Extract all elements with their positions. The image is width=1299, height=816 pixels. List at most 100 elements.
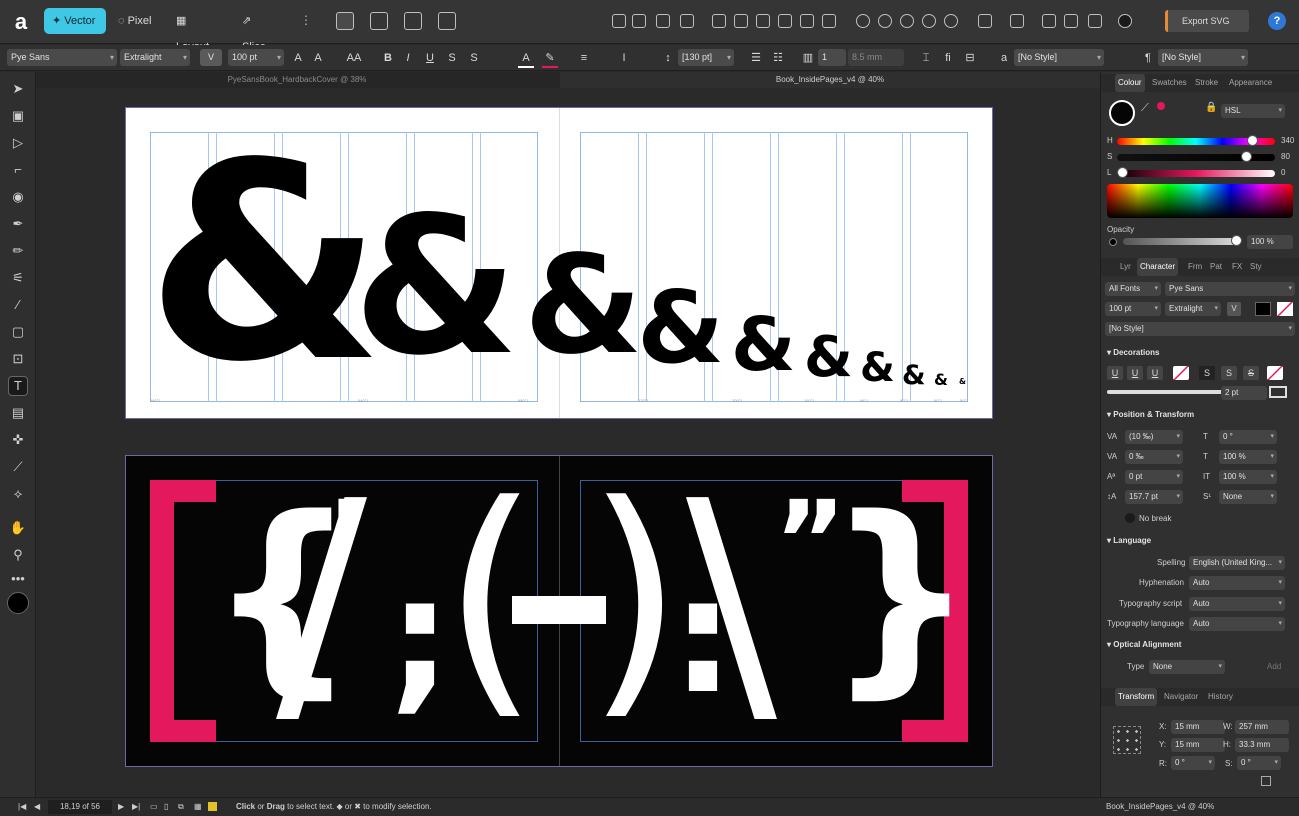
boolean-add-icon[interactable]: [856, 14, 870, 28]
typography-script-select[interactable]: Auto ▾: [1189, 597, 1285, 611]
pen-tool-icon[interactable]: ✒: [9, 215, 27, 233]
artboard-tool-icon[interactable]: ▣: [9, 107, 27, 125]
backslash-glyph[interactable]: \: [686, 466, 777, 736]
tab-frame[interactable]: Frm: [1185, 258, 1205, 276]
spread-view-icon[interactable]: ▯: [164, 798, 168, 816]
align-middle-icon[interactable]: [800, 14, 814, 28]
rotation-field[interactable]: 0 ° ▾: [1171, 756, 1215, 770]
hyphenation-select[interactable]: Auto ▾: [1189, 576, 1285, 590]
snapping-icon[interactable]: [370, 12, 388, 30]
char-style-icon[interactable]: a: [996, 50, 1012, 66]
last-page-icon[interactable]: ▶|: [132, 798, 140, 816]
ungroup-icon[interactable]: [1064, 14, 1078, 28]
subscript-icon[interactable]: S: [466, 50, 482, 66]
spread-ampersands[interactable]: & & & & & & & & & & 960°1 540°1 980°1 27…: [125, 107, 993, 419]
close-paren-glyph[interactable]: ): [586, 472, 684, 722]
ampersand-glyph[interactable]: &: [146, 128, 383, 400]
pencil-tool-icon[interactable]: ✏: [9, 242, 27, 260]
tab-history[interactable]: History: [1205, 688, 1236, 706]
ampersand-glyph[interactable]: &: [902, 362, 926, 389]
align-center-icon[interactable]: [734, 14, 748, 28]
node-tool-icon[interactable]: ▷: [9, 134, 27, 152]
underline-style-button[interactable]: U: [1147, 366, 1163, 380]
font-style-select[interactable]: Extralight ▾: [120, 49, 190, 66]
first-page-icon[interactable]: |◀: [18, 798, 26, 816]
lightness-value[interactable]: 0: [1281, 168, 1285, 177]
rectangle-tool-icon[interactable]: ▢: [9, 323, 27, 341]
shear2-field[interactable]: 0 ° ▾: [1237, 756, 1281, 770]
tab-navigator[interactable]: Navigator: [1161, 688, 1201, 706]
font-family-select[interactable]: Pye Sans ▾: [7, 49, 117, 66]
hand-tool-icon[interactable]: [1118, 14, 1132, 28]
glyph-browser-icon[interactable]: ⊟: [962, 50, 978, 66]
paragraph-style-icon[interactable]: ¶: [1140, 50, 1156, 66]
distribute-icon[interactable]: [1010, 14, 1024, 28]
language-header[interactable]: ▾ Language: [1107, 536, 1151, 545]
paragraph-align-icon[interactable]: ≡: [576, 50, 592, 66]
strike-style-button[interactable]: S: [1221, 366, 1237, 380]
strikethrough-button[interactable]: S: [444, 50, 460, 66]
transform-options-icon[interactable]: [1261, 776, 1271, 786]
tab-inside-pages[interactable]: Book_InsidePages_v4 @ 40%: [560, 72, 1100, 88]
page-indicator[interactable]: 18,19 of 56: [48, 800, 112, 814]
underline-button[interactable]: U: [422, 50, 438, 66]
add-button[interactable]: Add: [1267, 662, 1281, 671]
ampersand-glyph[interactable]: &: [353, 192, 519, 382]
back-icon[interactable]: [632, 14, 646, 28]
leading-field[interactable]: [130 pt] ▾: [678, 49, 734, 66]
help-icon[interactable]: ?: [1268, 12, 1286, 30]
tab-fx[interactable]: FX: [1229, 258, 1245, 276]
align-left-icon[interactable]: [712, 14, 726, 28]
stroke-width-field[interactable]: 2 pt: [1221, 386, 1267, 400]
hue-value[interactable]: 340: [1281, 136, 1294, 145]
paragraph-style-select[interactable]: [No Style] ▾: [1158, 49, 1248, 66]
ligature-icon[interactable]: ﬁ: [940, 50, 956, 66]
tab-hardback-cover[interactable]: PyeSansBook_HardbackCover @ 38%: [36, 72, 558, 88]
zoom-tool-icon[interactable]: ⚲: [9, 546, 27, 564]
canvas[interactable]: & & & & & & & & & & 960°1 540°1 980°1 27…: [36, 88, 1100, 797]
group-icon[interactable]: [1042, 14, 1056, 28]
gutter-field[interactable]: 8.5 mm: [848, 49, 904, 66]
kerning-field[interactable]: 0 ‰ ▾: [1125, 450, 1183, 464]
ampersand-glyph[interactable]: &: [934, 372, 948, 388]
text-color-icon[interactable]: A: [518, 50, 534, 68]
ampersand-glyph[interactable]: &: [860, 348, 895, 388]
align-right-icon[interactable]: [756, 14, 770, 28]
kerning-toggle-icon[interactable]: V: [1227, 302, 1241, 316]
decorations-header[interactable]: ▾ Decorations: [1107, 348, 1159, 357]
fill-swatch-icon[interactable]: [1109, 100, 1135, 126]
font-size-field[interactable]: 100 pt ▾: [228, 49, 284, 66]
italic-button[interactable]: I: [400, 50, 416, 66]
spread-punctuation[interactable]: { ' / ; ( ) : \ ” }: [125, 455, 993, 767]
leading-size-field[interactable]: 157.7 pt ▾: [1125, 490, 1183, 504]
mask-icon[interactable]: [1088, 14, 1102, 28]
more-tools-icon[interactable]: •••: [9, 570, 27, 588]
columns-field[interactable]: 1: [818, 49, 846, 66]
h-field[interactable]: 33.3 mm: [1235, 738, 1289, 752]
text-wrap-icon[interactable]: ⌶: [918, 50, 934, 66]
align-bottom-icon[interactable]: [822, 14, 836, 28]
opacity-field[interactable]: 100 %: [1247, 235, 1293, 249]
text-fill-swatch[interactable]: [1255, 302, 1271, 316]
bullets-icon[interactable]: ☰: [748, 50, 764, 66]
next-page-icon[interactable]: ▶: [118, 798, 124, 816]
hscale-field[interactable]: 100 % ▾: [1219, 450, 1277, 464]
columns-icon[interactable]: ▥: [800, 50, 816, 66]
position-transform-header[interactable]: ▾ Position & Transform: [1107, 410, 1194, 419]
text-frame-icon[interactable]: I: [616, 50, 632, 66]
move-tool-icon[interactable]: ➤: [9, 80, 27, 98]
tab-transform[interactable]: Transform: [1115, 688, 1158, 706]
script-select[interactable]: None ▾: [1219, 490, 1277, 504]
affinity-logo[interactable]: a: [8, 9, 34, 35]
y-field[interactable]: 15 mm: [1171, 738, 1225, 752]
ampersand-glyph[interactable]: &: [524, 238, 643, 374]
brush-tool-icon[interactable]: ⚟: [9, 269, 27, 287]
prev-page-icon[interactable]: ◀: [34, 798, 40, 816]
numbering-icon[interactable]: ☷: [770, 50, 786, 66]
anchor-grid-icon[interactable]: [1113, 726, 1141, 754]
baseline-field[interactable]: 0 pt ▾: [1125, 470, 1183, 484]
boolean-divide-icon[interactable]: [944, 14, 958, 28]
forward-icon[interactable]: [656, 14, 670, 28]
highlight-icon[interactable]: ✎: [542, 50, 558, 68]
colour-spectrum[interactable]: [1107, 184, 1293, 218]
